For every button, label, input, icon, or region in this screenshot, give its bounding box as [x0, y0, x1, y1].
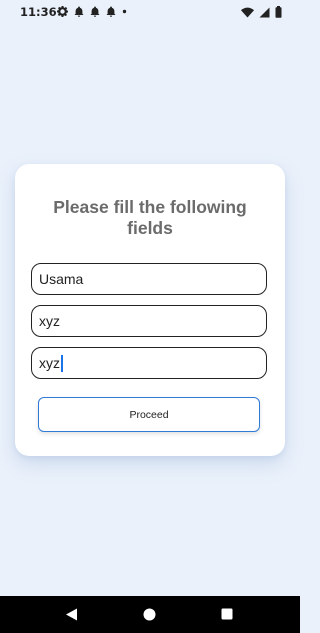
recents-icon[interactable] — [221, 608, 233, 620]
battery-icon — [275, 6, 282, 18]
proceed-button-label: Proceed — [129, 408, 169, 421]
status-left-icons — [57, 6, 127, 17]
text-cursor — [61, 354, 63, 372]
text-field-1[interactable]: Usama — [31, 263, 267, 295]
dot-icon — [122, 6, 127, 17]
notification-icon — [106, 6, 116, 17]
form-card: Please fill the following fields Usama x… — [15, 164, 285, 456]
form-title: Please fill the following fields — [53, 197, 247, 238]
notification-icon — [90, 6, 100, 17]
home-icon[interactable] — [143, 608, 156, 621]
gear-icon — [57, 6, 68, 17]
text-field-2[interactable]: xyz — [31, 305, 267, 337]
text-field-2-value: xyz — [39, 313, 60, 329]
proceed-button[interactable]: Proceed — [38, 397, 260, 432]
status-time: 11:36 — [20, 5, 57, 19]
navigation-bar — [0, 596, 300, 633]
text-field-1-value: Usama — [39, 271, 84, 287]
cellular-signal-icon — [259, 7, 270, 18]
notification-icon — [74, 6, 84, 17]
text-field-3[interactable]: xyz — [31, 347, 267, 379]
text-field-3-value: xyz — [39, 355, 60, 371]
status-right-icons — [241, 6, 282, 18]
back-icon[interactable] — [65, 608, 78, 621]
status-bar: 11:36 — [0, 0, 300, 24]
wifi-icon — [241, 7, 254, 18]
